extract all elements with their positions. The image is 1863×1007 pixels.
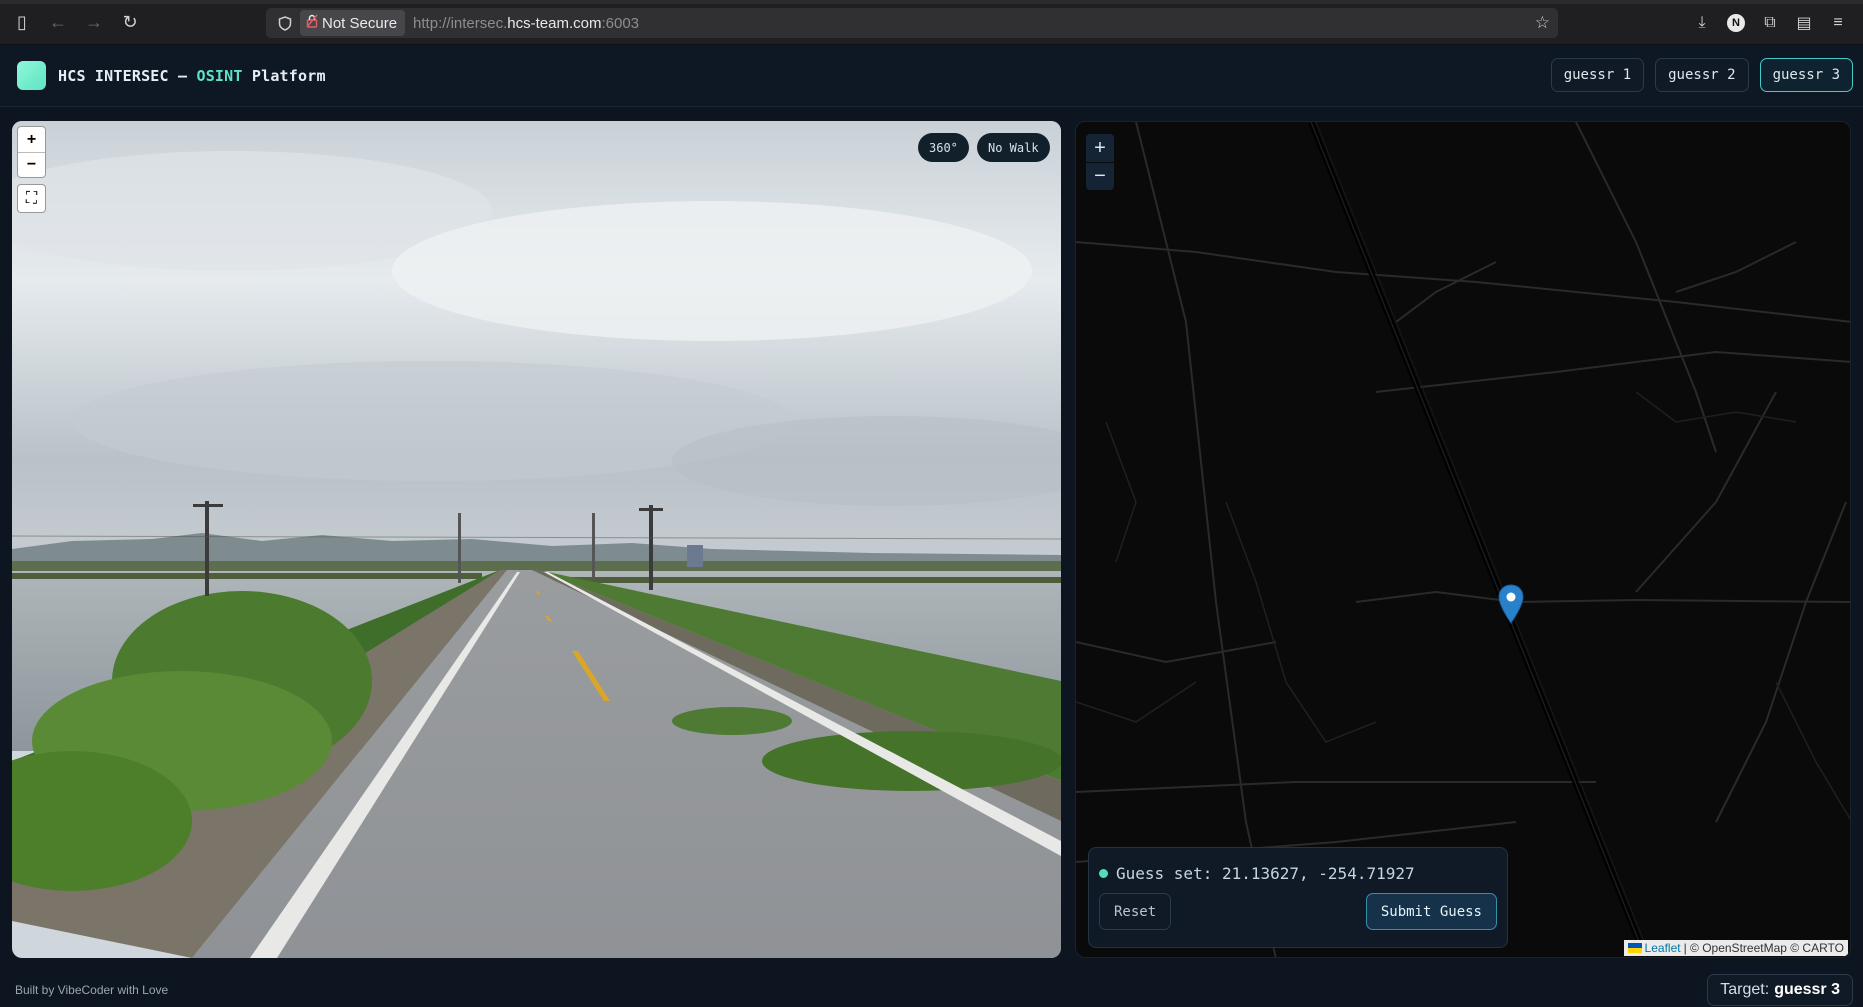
leaflet-link[interactable]: Leaflet — [1645, 941, 1681, 955]
guess-status: Guess set: 21.13627, -254.71927 — [1099, 864, 1415, 883]
map-zoom-control: + − — [1086, 134, 1114, 190]
status-dot-icon — [1099, 869, 1108, 878]
fullscreen-icon[interactable]: ⛶ — [18, 185, 45, 212]
app-header: HCS INTERSEC — OSINT Platform guessr 1 g… — [0, 45, 1863, 107]
guess-coordinates: Guess set: 21.13627, -254.71927 — [1116, 864, 1415, 883]
extensions-icon[interactable]: ⧉ — [1755, 8, 1785, 38]
attribution-text: | © OpenStreetMap © CARTO — [1683, 941, 1844, 955]
street-view-panel[interactable]: + − ⛶ 360° No Walk — [12, 121, 1061, 958]
tab-guessr-2[interactable]: guessr 2 — [1655, 58, 1749, 92]
address-bar[interactable]: Not Secure http://intersec.hcs-team.com:… — [266, 8, 1558, 38]
submit-guess-button[interactable]: Submit Guess — [1365, 893, 1497, 930]
street-zoom-out-button[interactable]: − — [18, 152, 45, 177]
url-prefix: http://intersec. — [413, 14, 508, 32]
menu-icon[interactable]: ≡ — [1823, 8, 1853, 38]
not-secure-badge[interactable]: Not Secure — [300, 10, 406, 36]
url-text[interactable]: http://intersec.hcs-team.com:6003 — [413, 15, 639, 32]
target-badge: Target: guessr 3 — [1707, 974, 1853, 1006]
browser-toolbar-right: ⤓ N ⧉ ▤ ≡ — [1687, 8, 1853, 38]
map-zoom-out-button[interactable]: − — [1086, 162, 1114, 190]
guess-map[interactable]: + − Guess set: 21.13627, -254.71927 Rese… — [1075, 121, 1851, 958]
url-host: hcs-team.com — [507, 14, 602, 32]
guess-panel: Guess set: 21.13627, -254.71927 Reset Su… — [1088, 847, 1508, 948]
street-zoom-control: + − — [18, 127, 45, 177]
profile-avatar: N — [1727, 14, 1745, 32]
map-zoom-in-button[interactable]: + — [1086, 134, 1114, 162]
reload-icon[interactable]: ↻ — [112, 4, 148, 40]
tab-guessr-3[interactable]: guessr 3 — [1759, 58, 1853, 92]
forward-icon[interactable]: → — [76, 4, 112, 40]
browser-toolbar: ▯ ← → ↻ Not Secure http://intersec.hcs-t… — [0, 0, 1863, 45]
download-icon[interactable]: ⤓ — [1687, 8, 1717, 38]
app-logo — [17, 61, 46, 90]
target-value: guessr 3 — [1774, 981, 1840, 998]
ukraine-flag-icon — [1627, 943, 1642, 953]
sidebar-panel-icon[interactable]: ▤ — [1789, 8, 1819, 38]
title-prefix: HCS INTERSEC — — [58, 66, 197, 85]
page-title: HCS INTERSEC — OSINT Platform — [58, 67, 326, 85]
footer-credit: Built by VibeCoder with Love — [15, 983, 169, 997]
url-port: :6003 — [601, 14, 640, 32]
view-360-badge[interactable]: 360° — [918, 133, 969, 162]
title-suffix: Platform — [242, 66, 326, 85]
not-secure-label: Not Secure — [322, 14, 398, 32]
target-label: Target: — [1720, 981, 1770, 998]
guess-marker-icon[interactable] — [1498, 584, 1524, 624]
challenge-tabs: guessr 1 guessr 2 guessr 3 — [1550, 58, 1853, 92]
map-attribution: Leaflet | © OpenStreetMap © CARTO — [1623, 940, 1848, 956]
no-walk-badge[interactable]: No Walk — [977, 133, 1050, 162]
title-accent: OSINT — [196, 66, 243, 85]
map-tiles[interactable] — [1076, 122, 1851, 958]
tab-guessr-1[interactable]: guessr 1 — [1550, 58, 1645, 92]
back-icon[interactable]: ← — [40, 4, 76, 40]
bookmark-star-icon[interactable]: ☆ — [1535, 13, 1550, 33]
sidebar-toggle-icon[interactable]: ▯ — [4, 4, 40, 40]
street-view-image[interactable] — [12, 121, 1061, 958]
shield-icon[interactable] — [276, 14, 294, 32]
reset-button[interactable]: Reset — [1099, 893, 1172, 930]
lock-warning-icon — [306, 14, 318, 32]
street-zoom-in-button[interactable]: + — [18, 127, 45, 152]
profile-icon[interactable]: N — [1721, 8, 1751, 38]
